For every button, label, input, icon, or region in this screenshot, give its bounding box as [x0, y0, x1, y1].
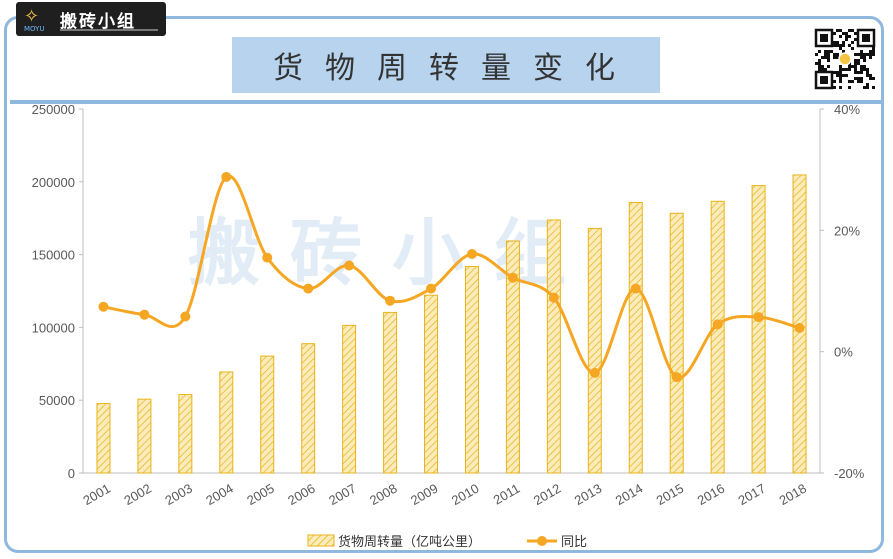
bar: [342, 324, 357, 474]
x-tick-label: 2017: [736, 481, 769, 508]
brand-badge: ✧ MOYU 搬砖小组: [16, 2, 166, 36]
yoy-point: [589, 367, 600, 378]
yoy-point: [466, 248, 477, 259]
x-tick-label: 2008: [367, 481, 400, 508]
legend-line-marker: [537, 536, 547, 546]
x-tick-label: 2014: [613, 481, 646, 508]
y-left-tick-label: 50000: [39, 393, 75, 408]
x-tick-label: 2018: [776, 481, 809, 508]
brand-sub-label: MOYU: [24, 25, 45, 33]
yoy-point: [630, 283, 641, 294]
bar: [464, 266, 479, 474]
y-right-tick-label: 0%: [834, 345, 853, 360]
watermark-text: 搬砖小组: [188, 211, 596, 295]
y-right-tick-label: 40%: [834, 102, 860, 117]
x-tick-label: 2012: [531, 481, 564, 508]
x-tick-label: 2011: [491, 481, 523, 508]
bar: [260, 355, 275, 474]
bar: [219, 371, 234, 474]
y-right-tick-label: -20%: [834, 466, 865, 481]
x-tick-label: 2013: [572, 481, 605, 508]
bar: [628, 201, 643, 474]
x-tick-label: 2004: [203, 481, 236, 508]
yoy-point: [548, 292, 559, 303]
x-tick-label: 2002: [121, 481, 154, 508]
yoy-point: [426, 283, 437, 294]
bar: [96, 403, 111, 474]
bar: [587, 227, 602, 474]
legend-bar-swatch: [307, 534, 335, 547]
bar: [383, 311, 398, 474]
bar: [178, 394, 193, 474]
x-tick-label: 2003: [162, 481, 195, 508]
y-left-tick-label: 0: [68, 466, 75, 481]
x-tick-label: 2016: [695, 481, 728, 508]
yoy-point: [712, 319, 723, 330]
rocket-logo-icon: ✧: [24, 6, 40, 27]
bar: [137, 398, 152, 474]
yoy-point: [98, 301, 109, 312]
x-tick-label: 2010: [449, 481, 482, 508]
bar: [546, 219, 561, 474]
yoy-point: [385, 295, 396, 306]
combo-chart: 搬砖小组 0 50000 100000 150000 200000 250000 -20% 0…: [32, 102, 865, 550]
yoy-point: [671, 372, 682, 383]
x-tick-label: 2015: [654, 481, 687, 508]
brand-underline: [60, 29, 158, 31]
legend-bar-label: 货物周转量（亿吨公里）: [338, 534, 481, 550]
y-right-tick-label: 20%: [834, 223, 860, 238]
y-left-tick-label: 150000: [32, 248, 75, 263]
legend-line-label: 同比: [561, 535, 587, 550]
yoy-point: [794, 323, 805, 334]
bar: [424, 294, 439, 474]
x-tick-label: 2007: [326, 481, 359, 508]
x-tick-label: 2006: [285, 481, 318, 508]
x-tick-label: 2009: [408, 481, 441, 508]
yoy-point: [221, 171, 232, 182]
bar: [751, 185, 766, 474]
bar: [669, 212, 684, 474]
bar: [301, 343, 316, 474]
x-tick-label: 2005: [244, 481, 277, 508]
x-tick-label: 2001: [80, 481, 113, 508]
yoy-point: [303, 283, 314, 294]
y-left-tick-label: 100000: [32, 320, 75, 335]
yoy-point: [180, 311, 191, 322]
y-left-tick-label: 200000: [32, 175, 75, 190]
yoy-point: [139, 309, 150, 320]
y-left-tick-label: 250000: [32, 102, 75, 117]
yoy-point: [344, 260, 355, 271]
yoy-point: [753, 312, 764, 323]
yoy-point: [507, 272, 518, 283]
bar: [710, 200, 725, 474]
yoy-point: [262, 252, 273, 263]
